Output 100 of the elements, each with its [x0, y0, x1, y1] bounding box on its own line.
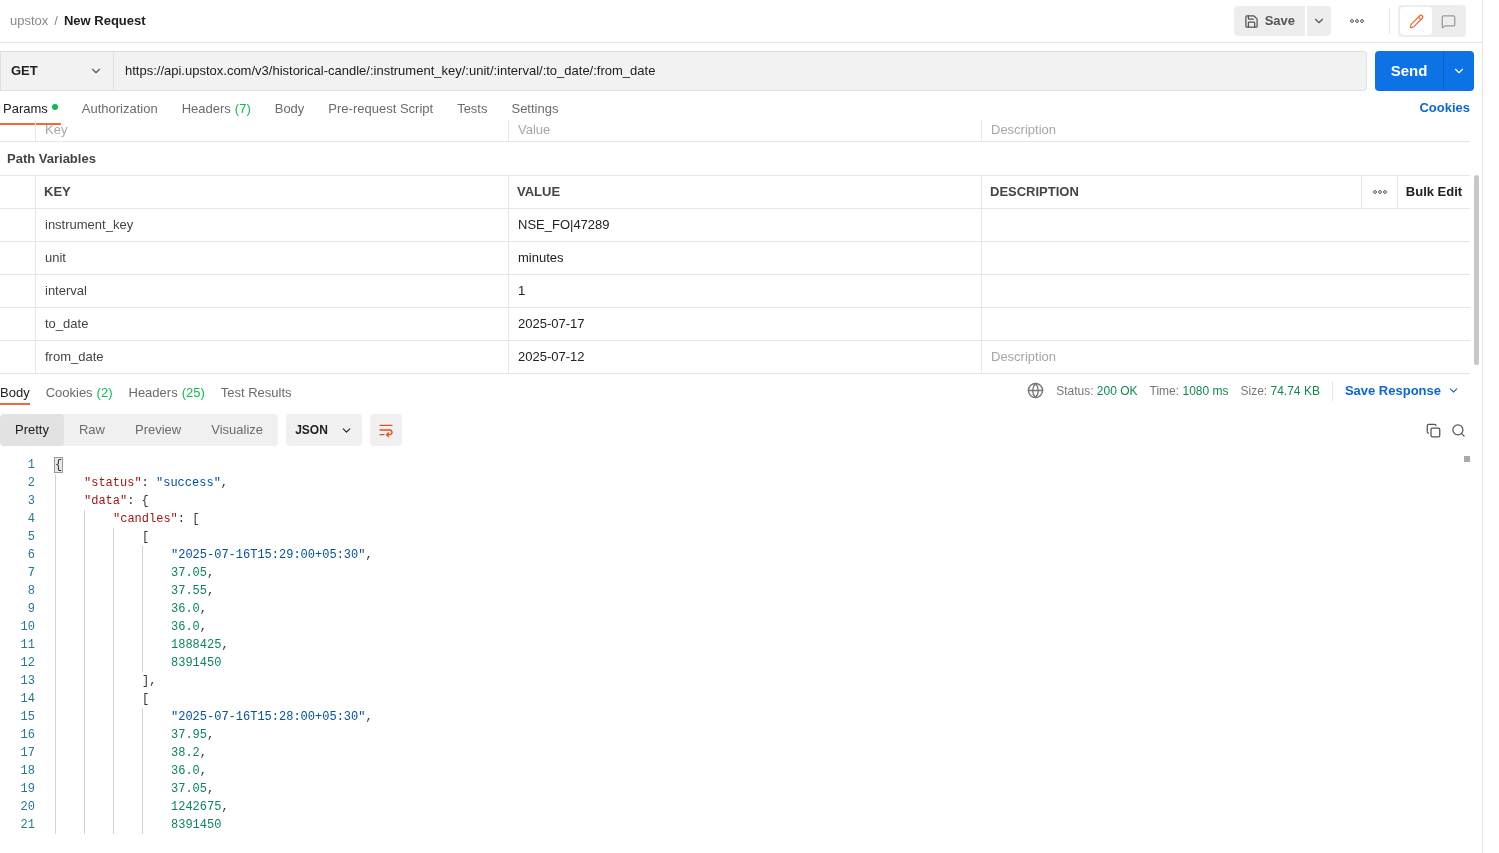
request-tab[interactable]: Authorization: [78, 99, 161, 125]
save-response-button[interactable]: Save Response: [1344, 380, 1460, 401]
comment-icon: [1440, 13, 1456, 29]
save-button[interactable]: Save: [1233, 6, 1305, 36]
table-cell-text: minutes: [518, 249, 564, 268]
table-cell-text: 2025-07-17: [518, 315, 585, 334]
breadcrumb-separator: /: [54, 12, 58, 31]
table-cell-text: 2025-07-12: [518, 348, 585, 367]
line-number: 18: [19, 763, 35, 780]
response-tab[interactable]: Cookies (2): [45, 376, 113, 405]
more-options-icon[interactable]: [1350, 19, 1364, 23]
response-tab[interactable]: Headers (25): [128, 376, 205, 405]
request-tab[interactable]: Body: [271, 99, 308, 125]
placeholder-text: Description: [991, 348, 1057, 367]
line-number: 1: [26, 457, 35, 474]
column-header: KEY: [44, 183, 71, 202]
line-number: 6: [26, 547, 35, 564]
code-line: 8391450: [171, 817, 222, 834]
response-meta: Size: 74.74 KB: [1240, 382, 1320, 400]
cookies-link[interactable]: Cookies: [1419, 97, 1470, 117]
code-line: "candles": [: [113, 511, 200, 528]
view-mode-tab[interactable]: Raw: [63, 414, 120, 446]
save-options-button[interactable]: [1307, 6, 1331, 36]
code-line: ],: [142, 673, 157, 690]
line-number: 17: [19, 745, 35, 762]
table-cell-text: 1: [518, 282, 526, 301]
table-cell-text: from_date: [45, 348, 104, 367]
code-line: 36.0,: [171, 763, 207, 780]
code-line: 37.55,: [171, 583, 215, 600]
breadcrumb-workspace[interactable]: upstox: [10, 11, 49, 31]
line-number: 3: [26, 493, 35, 510]
method-dropdown[interactable]: GET: [0, 51, 114, 91]
scrollbar[interactable]: [1464, 456, 1470, 462]
code-line: 8391450: [171, 655, 222, 672]
placeholder-text: Value: [518, 122, 551, 137]
request-tab[interactable]: Params: [0, 99, 61, 125]
line-number: 5: [26, 529, 35, 546]
code-line: "data": {: [84, 493, 149, 510]
request-tab[interactable]: Headers (7): [178, 99, 254, 125]
code-line: "2025-07-16T15:29:00+05:30",: [171, 547, 373, 564]
response-tab[interactable]: Test Results: [220, 376, 292, 405]
column-header: VALUE: [517, 183, 561, 202]
code-line: 1242675,: [171, 799, 229, 816]
response-meta: Time: 1080 ms: [1149, 382, 1229, 400]
code-line: [: [142, 691, 150, 708]
wrap-icon: [378, 422, 395, 438]
code-line: 36.0,: [171, 619, 207, 636]
code-line: 38.2,: [171, 745, 207, 762]
wrap-lines-button[interactable]: [370, 414, 403, 446]
code-line: [: [142, 529, 150, 546]
placeholder-text: Key: [45, 122, 68, 137]
request-tab[interactable]: Pre-request Script: [325, 99, 437, 125]
code-line: "2025-07-16T15:28:00+05:30",: [171, 709, 373, 726]
line-number: 11: [19, 637, 35, 654]
line-number: 20: [19, 799, 35, 816]
table-cell-text: to_date: [45, 315, 89, 334]
line-number: 16: [19, 727, 35, 744]
line-number: 7: [26, 565, 35, 582]
code-line: 37.05,: [171, 781, 215, 798]
placeholder-text: Description: [991, 122, 1057, 137]
request-tab[interactable]: Settings: [508, 99, 562, 125]
view-mode-tab[interactable]: Preview: [120, 414, 197, 446]
table-cell-text: NSE_FO|47289: [518, 216, 610, 235]
request-title: New Request: [63, 12, 146, 31]
line-number: 4: [26, 511, 35, 528]
view-mode-tab[interactable]: Visualize: [196, 414, 279, 446]
copy-icon[interactable]: [1426, 422, 1441, 438]
line-number: 13: [19, 673, 35, 690]
table-cell-text: instrument_key: [45, 216, 134, 235]
table-cell-text: unit: [45, 249, 66, 268]
save-icon: [1243, 13, 1259, 29]
code-line: "status": "success",: [84, 475, 229, 492]
view-mode-tab[interactable]: Pretty: [0, 414, 64, 446]
send-button[interactable]: Send: [1375, 51, 1443, 91]
send-options-button[interactable]: [1443, 51, 1474, 91]
url-field[interactable]: https://api.upstox.com/v3/historical-candle/:instrument_key/:unit/:interval/:to_date/:from_date: [114, 51, 1367, 91]
line-number: 10: [19, 619, 35, 636]
search-icon[interactable]: [1451, 422, 1466, 438]
request-tab[interactable]: Tests: [454, 99, 491, 125]
more-options-icon[interactable]: [1372, 190, 1387, 194]
code-line: 37.95,: [171, 727, 215, 744]
response-tab[interactable]: Body: [0, 376, 30, 405]
code-line: 37.05,: [171, 565, 215, 582]
line-number: 8: [26, 583, 35, 600]
line-number: 14: [19, 691, 35, 708]
section-title: Path Variables: [7, 149, 96, 168]
line-number: 19: [19, 781, 35, 798]
line-number: 15: [19, 709, 35, 726]
pencil-icon: [1408, 13, 1424, 29]
edit-mode-button[interactable]: [1400, 7, 1432, 35]
code-line: 36.0,: [171, 601, 207, 618]
line-number: 9: [26, 601, 35, 618]
format-dropdown[interactable]: JSON: [286, 414, 363, 446]
bulk-edit-link[interactable]: Bulk Edit: [1405, 182, 1463, 202]
code-line: 1888425,: [171, 637, 229, 654]
scrollbar[interactable]: [1474, 175, 1479, 365]
response-meta: Status: 200 OK: [1056, 382, 1138, 400]
column-header: DESCRIPTION: [990, 183, 1079, 202]
line-number: 12: [19, 655, 35, 672]
table-cell-text: interval: [45, 282, 87, 301]
